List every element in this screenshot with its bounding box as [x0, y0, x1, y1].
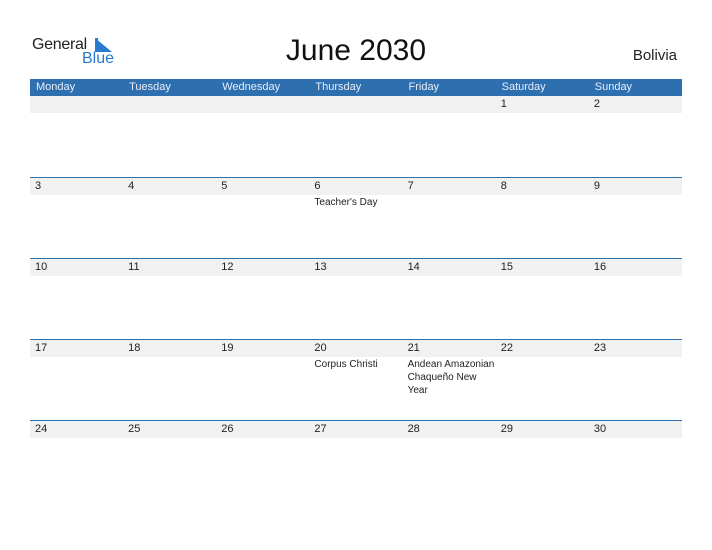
- day-number: 13: [314, 261, 327, 273]
- day-number: 16: [593, 261, 607, 273]
- day-number: 3: [35, 180, 42, 192]
- day-cell: 18: [123, 340, 216, 421]
- day-number: 6: [314, 180, 321, 192]
- country-label: Bolivia: [632, 47, 677, 64]
- day-number: 27: [314, 423, 327, 435]
- day-cell: [216, 96, 309, 177]
- day-number: 11: [128, 261, 140, 273]
- day-cell: 7: [403, 178, 496, 259]
- day-cell: 14: [403, 259, 496, 340]
- day-number: 18: [128, 342, 141, 354]
- weekday-thursday: Thursday: [315, 81, 362, 93]
- day-number: 10: [35, 261, 48, 273]
- day-number: 12: [221, 261, 234, 273]
- day-number: 9: [593, 180, 600, 192]
- day-number: 19: [221, 342, 234, 354]
- holiday-label: Corpus Christi: [314, 359, 378, 370]
- day-cell: 4: [123, 178, 216, 259]
- day-cell: 9: [589, 178, 682, 259]
- day-cell: [123, 96, 216, 177]
- day-number: 23: [593, 342, 607, 354]
- day-number: 26: [221, 423, 234, 435]
- day-cell: [403, 96, 496, 177]
- day-cell: 8: [496, 178, 589, 259]
- weekday-wednesday: Wednesday: [222, 81, 281, 93]
- day-cell: 13: [309, 259, 402, 340]
- day-number: 14: [407, 261, 420, 273]
- week-row: 10 11 12 13 14 15 16: [30, 258, 682, 339]
- day-number: 24: [35, 423, 48, 435]
- day-cell: [30, 96, 123, 177]
- day-number: 8: [500, 180, 507, 192]
- day-number: 22: [500, 342, 513, 354]
- day-cell: 3: [30, 178, 123, 259]
- day-cell: 2: [589, 96, 682, 177]
- week-row: 3 4 5 6 Teacher's Day 7 8 9: [30, 177, 682, 258]
- day-cell: 23: [589, 340, 682, 421]
- day-cell: 16: [589, 259, 682, 340]
- week-row: 12: [30, 96, 682, 177]
- day-cell: 12: [216, 259, 309, 340]
- day-cell: 20 Corpus Christi: [309, 340, 402, 421]
- day-cell: 6 Teacher's Day: [309, 178, 402, 259]
- week-row: 24 25 26 27 28 29 30: [30, 420, 682, 501]
- day-number: 5: [221, 180, 228, 192]
- day-cell: 11: [123, 259, 216, 340]
- day-number: 28: [407, 423, 420, 435]
- day-cell: 25: [123, 421, 216, 502]
- weekday-sunday: Sunday: [594, 81, 633, 93]
- day-cell: 5: [216, 178, 309, 259]
- day-cell: [309, 96, 402, 177]
- day-number: 25: [128, 423, 141, 435]
- day-cell: 24: [30, 421, 123, 502]
- day-cell: 29: [496, 421, 589, 502]
- day-number: 15: [500, 261, 513, 273]
- day-cell: 30: [589, 421, 682, 502]
- weekday-monday: Monday: [36, 81, 76, 93]
- day-number: 17: [35, 342, 48, 354]
- week-row: 17 18 19 20 Corpus Christi 21 Andean Amazonian…: [30, 339, 682, 420]
- day-cell: 21 Andean Amazonian Chaqueño New Year: [403, 340, 496, 421]
- weekday-friday: Friday: [408, 81, 440, 93]
- day-number: 7: [407, 180, 414, 192]
- day-number: 20: [314, 342, 327, 354]
- weekday-tuesday: Tuesday: [129, 81, 171, 93]
- day-number: 1: [500, 98, 507, 110]
- holiday-label: Teacher's Day: [314, 197, 378, 208]
- day-cell: 1: [496, 96, 589, 177]
- day-cell: 28: [403, 421, 496, 502]
- day-number: 30: [593, 423, 607, 435]
- holiday-label: Andean Amazonian Chaqueño New Year: [407, 359, 495, 396]
- day-number: 2: [593, 98, 600, 110]
- day-cell: 15: [496, 259, 589, 340]
- day-number: 21: [407, 342, 420, 354]
- day-cell: 17: [30, 340, 123, 421]
- day-cell: 22: [496, 340, 589, 421]
- weekday-saturday: Saturday: [501, 81, 546, 93]
- weekday-header: Monday Tuesday Wednesday Thursday Friday…: [30, 79, 682, 96]
- calendar-title: June 2030: [285, 34, 427, 67]
- day-number: 29: [500, 423, 513, 435]
- day-cell: 27: [309, 421, 402, 502]
- day-cell: 26: [216, 421, 309, 502]
- day-cell: 19: [216, 340, 309, 421]
- day-number: 4: [128, 180, 135, 192]
- day-cell: 10: [30, 259, 123, 340]
